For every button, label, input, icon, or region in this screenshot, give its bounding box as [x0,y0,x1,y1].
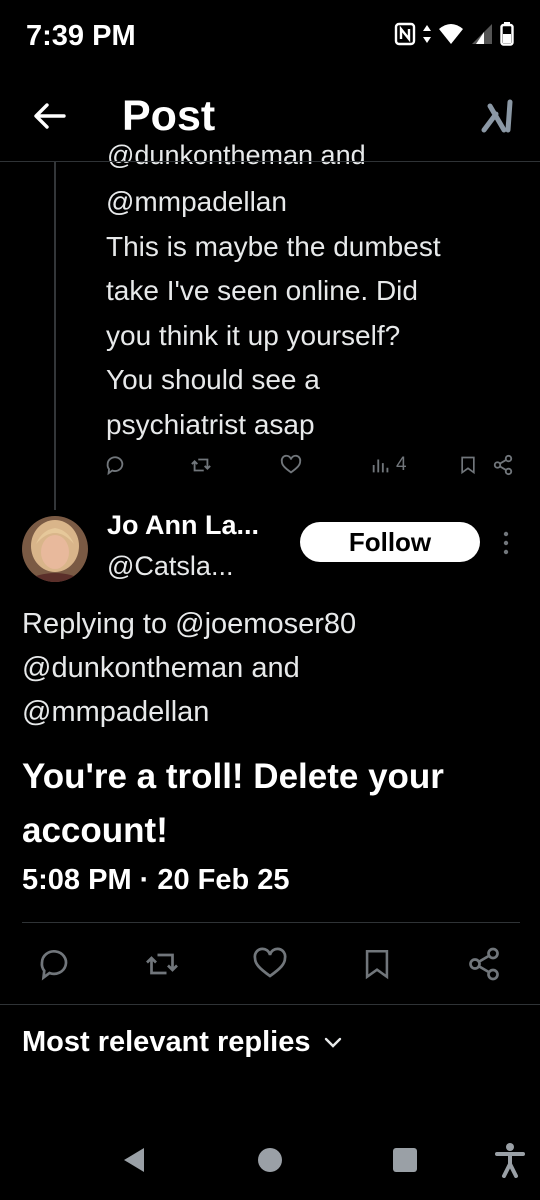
nav-home-icon[interactable] [256,1146,284,1174]
views-button[interactable]: 4 [370,454,407,476]
avatar[interactable] [22,516,88,582]
bookmark-icon [461,456,475,475]
data-arrows-icon [423,25,431,43]
nfc-icon [394,22,416,46]
status-icons [394,22,514,46]
parent-post-line: you think it up yourself? [106,319,401,351]
status-time: 7:39 PM [26,20,136,52]
bookmark-button[interactable] [360,946,394,982]
post-actions [0,940,540,990]
reply-icon [40,949,68,981]
share-icon [493,454,513,476]
signal-icon [472,24,492,44]
heart-icon [280,454,302,474]
repost-button[interactable] [144,946,180,982]
replying-to-line[interactable]: @mmpadellan [22,690,522,734]
parent-post-line: You should see a [106,364,320,395]
post-text-line: You're a troll! Delete your [22,757,444,796]
system-nav-bar [0,1120,540,1200]
parent-post-line: take I've seen online. Did [106,275,418,306]
x-logo-icon [481,99,513,133]
parent-post-line: This is maybe the dumbest [106,230,441,262]
reply-button[interactable] [104,454,126,476]
thread-connector [54,162,56,510]
parent-post-cut-line: @dunkontheman and [107,140,366,170]
replies-sort-label: Most relevant replies [22,1026,311,1058]
more-options-button[interactable] [496,528,516,558]
views-icon [372,459,389,473]
follow-button[interactable]: Follow [300,522,480,562]
arrow-left-icon [34,103,66,129]
avatar-photo [22,516,88,582]
chevron-down-icon [324,1037,341,1048]
share-button[interactable] [466,946,502,982]
share-button[interactable] [492,454,514,476]
replying-to: Replying to @joemoser80 @dunkontheman an… [22,602,522,734]
reply-icon [106,456,124,476]
bookmark-icon [365,949,389,980]
replying-to-line[interactable]: @dunkontheman and [22,646,522,690]
like-button[interactable] [280,454,302,476]
nav-recents-icon[interactable] [392,1147,418,1173]
more-vertical-icon [503,531,509,555]
share-icon [469,947,499,981]
parent-post-text: @mmpadellan This is maybe the dumbest ta… [106,180,516,447]
repost-button[interactable] [190,454,212,476]
repost-icon [146,953,178,975]
wifi-icon [439,24,463,44]
reply-button[interactable] [36,946,72,982]
bookmark-button[interactable] [458,454,478,476]
post-timestamp: 5:08 PM · 20 Feb 25 [22,864,290,896]
replies-sort-dropdown[interactable]: Most relevant replies [22,1026,343,1059]
grok-button[interactable] [480,96,520,136]
replying-to-line[interactable]: Replying to @joemoser80 [22,602,522,646]
post-divider [22,922,520,923]
parent-post-actions: 4 [104,454,524,482]
like-button[interactable] [252,946,288,982]
repost-icon [191,458,211,472]
author-name[interactable]: Jo Ann La... [107,510,259,541]
battery-icon [500,22,514,46]
heart-icon [253,947,287,978]
accessibility-icon[interactable] [494,1142,526,1178]
views-count: 4 [396,454,407,475]
back-button[interactable] [30,96,70,136]
parent-post-line: psychiatrist asap [106,408,315,440]
parent-post-line: @mmpadellan [106,186,287,217]
actions-divider [0,1004,540,1005]
page-title: Post [122,92,216,140]
header-divider [0,161,540,162]
author-handle[interactable]: @Catsla... [107,551,233,582]
nav-back-icon[interactable] [120,1146,148,1174]
post-text: You're a troll! Delete your account! [22,750,522,858]
post-text-line: account! [22,811,168,850]
